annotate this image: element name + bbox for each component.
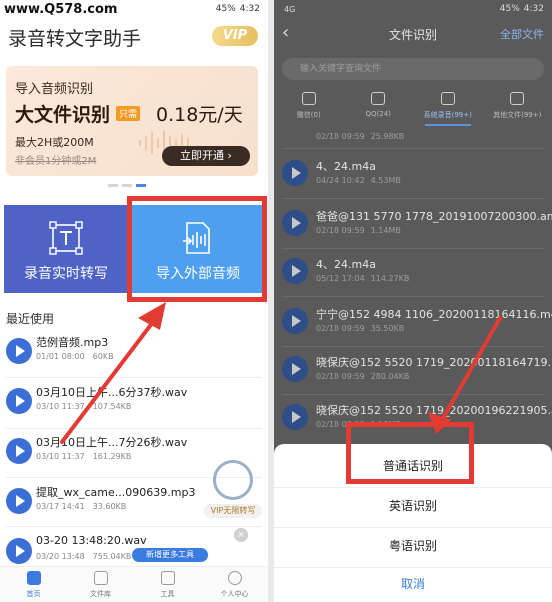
clock: 4:32 [523,4,544,14]
promo-old-limit: 非会员1分钟或2M [15,156,97,167]
vip-unlimited-label: VIP无限转写 [204,504,262,518]
promo-banner[interactable]: 导入音频识别 大文件识别 只需 0.18元/天 最大2H或200M 非会员1分钟… [6,66,258,176]
carousel-dots [108,184,146,187]
divider [282,148,544,149]
play-icon[interactable] [6,338,32,364]
play-icon[interactable] [6,388,32,414]
watermark: www.Q578.com [4,2,118,17]
play-icon[interactable] [282,210,308,236]
qq-icon [371,92,386,105]
file-meta: 03/20 13:48 755.04KB [36,552,132,561]
tab-profile[interactable]: 个人中心 [201,567,268,602]
home-icon [26,571,41,585]
file-name: 爸爸@131 5770 1778_20191007200300.amr [316,210,552,223]
recent-heading: 最近使用 [6,312,55,326]
play-icon[interactable] [282,258,308,284]
list-item[interactable]: 03月10日上午...6分37秒.wav 03/10 11:37 107.54KB [6,380,262,424]
file-meta: 03/10 11:37 161.29KB [36,452,132,461]
divider [6,428,262,429]
file-name: 晓保庆@152 5520 1719_20200196221905.amr [316,404,552,417]
list-item[interactable]: 晓保庆@152 5520 1719_20200118164719.m4a 02/… [282,348,552,392]
list-item[interactable]: 范例音频.mp3 01/01 08:00 60KB [6,330,262,374]
list-item[interactable]: 宁宁@152 4984 1106_20200118164116.m4a 02/1… [282,300,552,344]
promo-limit: 最大2H或200M [15,136,94,149]
highlight-box [127,196,267,302]
file-name: 范例音频.mp3 [36,336,109,349]
file-name: 4、24.m4a [316,160,376,173]
promo-tag: 只需 [116,106,141,121]
all-files-link[interactable]: 全部文件 [500,26,544,42]
battery-level: 45% [499,4,520,14]
file-meta: 03/10 11:37 107.54KB [36,402,132,411]
vip-transcribe-widget[interactable]: VIP无限转写 [204,456,262,518]
promo-price: 0.18元/天 [156,104,243,126]
play-icon[interactable] [282,404,308,430]
divider [282,346,544,347]
user-icon [227,571,242,585]
file-name: 4、24.m4a [316,258,376,271]
play-icon[interactable] [6,538,32,564]
play-icon[interactable] [282,308,308,334]
app-title: 录音转文字助手 [8,28,142,50]
divider [282,394,544,395]
divider [282,198,544,199]
promo-heading: 大文件识别 [15,104,111,126]
file-meta: 02/18 09:59 1.14MB [316,226,401,235]
play-icon[interactable] [6,438,32,464]
tab-files[interactable]: 文件库 [67,567,134,602]
file-name: 03-20 13:48:20.wav [36,534,147,547]
divider [282,248,544,249]
file-meta: 01/01 08:00 60KB [36,352,114,361]
file-meta: 05/12 17:04 114.27KB [316,274,410,283]
divider [6,526,262,527]
text-frame-icon [49,221,83,255]
list-item[interactable]: 4、24.m4a 04/24 10:42 4.53MB [282,152,546,196]
file-name: 03月10日上午...7分26秒.wav [36,436,188,449]
file-meta: 04/24 10:42 4.53MB [316,176,401,185]
search-input[interactable]: 输入关键字查询文件 [282,58,544,80]
headphones-icon [213,460,253,500]
play-icon[interactable] [282,356,308,382]
divider [6,377,262,378]
toolbox-icon [160,571,175,585]
realtime-transcribe-tile[interactable]: 录音实时转写 [4,205,128,293]
tab-home[interactable]: 首页 [0,567,67,602]
status-bar: 4G 45% 4:32 [274,0,552,18]
home-screen: 45% 4:32 录音转文字助手 VIP 导入音频识别 大文件识别 只需 0.1… [0,0,268,602]
file-name: 宁宁@152 4984 1106_20200118164116.m4a [316,308,552,321]
file-recognition-screen: 4G 45% 4:32 ‹ 文件识别 全部文件 输入关键字查询文件 微信(0) … [274,0,552,602]
activate-button[interactable]: 立即开通 › [162,146,250,166]
file-meta: 02/18 09:59 35.50KB [316,324,405,333]
promo-subtitle: 导入音频识别 [15,82,94,97]
phone-icon [440,92,455,105]
realtime-transcribe-label: 录音实时转写 [24,266,108,282]
file-name: 03月10日上午...6分37秒.wav [36,386,188,399]
file-meta: 03/17 14:41 33.60KB [36,502,127,511]
divider [282,296,544,297]
vip-badge[interactable]: VIP [212,26,258,46]
nav-bar: ‹ 文件识别 全部文件 [274,20,552,50]
grid-icon [510,92,525,105]
file-meta: 02/18 09:59 280.04KB [316,372,410,381]
file-meta: 02/18 09:59 25.98KB [316,132,405,141]
play-icon[interactable] [282,160,308,186]
close-icon[interactable]: × [234,528,248,542]
battery-level: 45% [215,4,236,14]
list-item[interactable]: 爸爸@131 5770 1778_20191007200300.amr 02/1… [282,202,552,246]
signal-indicator: 4G [284,4,296,14]
folder-icon [93,571,108,585]
tab-tools[interactable]: 工具 [134,567,201,602]
wechat-icon [301,92,316,105]
file-name: 晓保庆@152 5520 1719_20200118164719.m4a [316,356,552,369]
list-item[interactable]: 02/18 09:59 25.98KB [282,118,546,148]
file-name: 提取_wx_came...090639.mp3 [36,486,196,499]
cancel-button[interactable]: 取消 [274,562,552,602]
highlight-box [346,422,474,484]
list-item[interactable]: 4、24.m4a 05/12 17:04 114.27KB [282,250,546,294]
play-icon[interactable] [6,488,32,514]
tab-bar: 首页 文件库 工具 个人中心 [0,566,268,602]
english-recognition-option[interactable]: 英语识别 [274,484,552,528]
clock: 4:32 [239,4,260,14]
more-tools-tip[interactable]: 新增更多工具 [132,548,208,562]
